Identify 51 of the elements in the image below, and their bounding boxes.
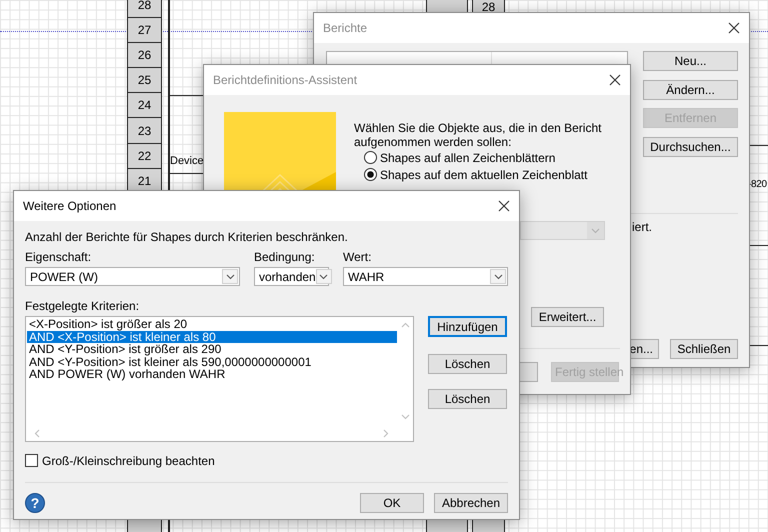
dialog-button[interactable]: Ändern... <box>643 80 738 100</box>
chevron-down-icon <box>226 274 234 280</box>
window-title: Weitere Optionen <box>23 199 118 213</box>
help-button[interactable]: ? <box>25 493 45 513</box>
checkbox-option[interactable]: Groß-/Kleinschreibung beachten <box>25 454 508 467</box>
checkbox[interactable] <box>25 454 38 467</box>
instruction-text: Wählen Sie die Objekte aus, die in den Bericht aufgenommen werden sollen: <box>354 121 602 149</box>
window-title: Berichte <box>323 21 368 35</box>
row-number: 22 <box>127 144 162 169</box>
chevron-down-icon <box>494 274 502 280</box>
radio-button[interactable] <box>364 151 377 164</box>
row-number: 25 <box>127 68 162 94</box>
dialog-button[interactable]: OK <box>360 493 424 513</box>
info-text: iert. <box>632 220 652 235</box>
dialog-button[interactable]: Neu... <box>643 51 738 71</box>
description-text: Anzahl der Berichte für Shapes durch Kriterien beschränken. <box>25 230 349 244</box>
dialog-button[interactable]: Löschen <box>428 389 507 409</box>
chevron-down-icon <box>319 274 328 280</box>
row-number: 28 <box>127 0 162 18</box>
list-item[interactable]: AND <X-Position> ist kleiner als 80 <box>27 330 397 343</box>
dialog-button[interactable]: Erweitert... <box>531 307 604 327</box>
radio-button[interactable] <box>364 168 377 181</box>
list-item[interactable]: <X-Position> ist größer als 20 <box>27 318 397 330</box>
list-item[interactable]: AND <Y-Position> ist kleiner als 590,0000000000001 <box>27 356 397 368</box>
list-item[interactable]: AND POWER (W) vorhanden WAHR <box>27 368 397 380</box>
field-label: Wert: <box>343 250 372 264</box>
dropdown-field[interactable]: POWER (W) <box>25 267 240 286</box>
window-title: Berichtdefinitions-Assistent <box>213 73 358 87</box>
chevron-down-icon <box>591 228 600 234</box>
dialog-button[interactable]: Durchsuchen... <box>643 136 738 156</box>
radio-option[interactable]: Shapes auf allen Zeichenblättern <box>364 149 616 166</box>
dialog-button[interactable]: Hinzufügen <box>428 316 507 337</box>
shape-label: Device <box>170 154 204 168</box>
list-item[interactable]: AND <Y-Position> ist größer als 290 <box>27 343 397 356</box>
row-number: 23 <box>127 118 162 144</box>
dialog-button[interactable]: Löschen <box>428 354 507 374</box>
dropdown-field[interactable]: vorhanden <box>254 267 329 286</box>
field-label: Eigenschaft: <box>25 250 92 264</box>
dialog-button[interactable]: Abbrechen <box>434 493 508 513</box>
shape-label: -820 <box>748 178 767 192</box>
radio-option[interactable]: Shapes auf dem aktuellen Zeichenblatt <box>364 166 616 183</box>
dialog-button[interactable]: Schließen <box>670 339 738 359</box>
close-icon[interactable] <box>609 74 621 86</box>
close-icon[interactable] <box>728 22 740 34</box>
row-number: 26 <box>127 43 162 68</box>
close-icon[interactable] <box>498 200 510 212</box>
field-label: Festgelegte Kriterien: <box>25 299 140 313</box>
field-label: Bedingung: <box>254 250 316 264</box>
row-number: 27 <box>127 18 162 44</box>
row-number: 24 <box>127 93 162 118</box>
dropdown-field[interactable]: WAHR <box>343 267 508 286</box>
